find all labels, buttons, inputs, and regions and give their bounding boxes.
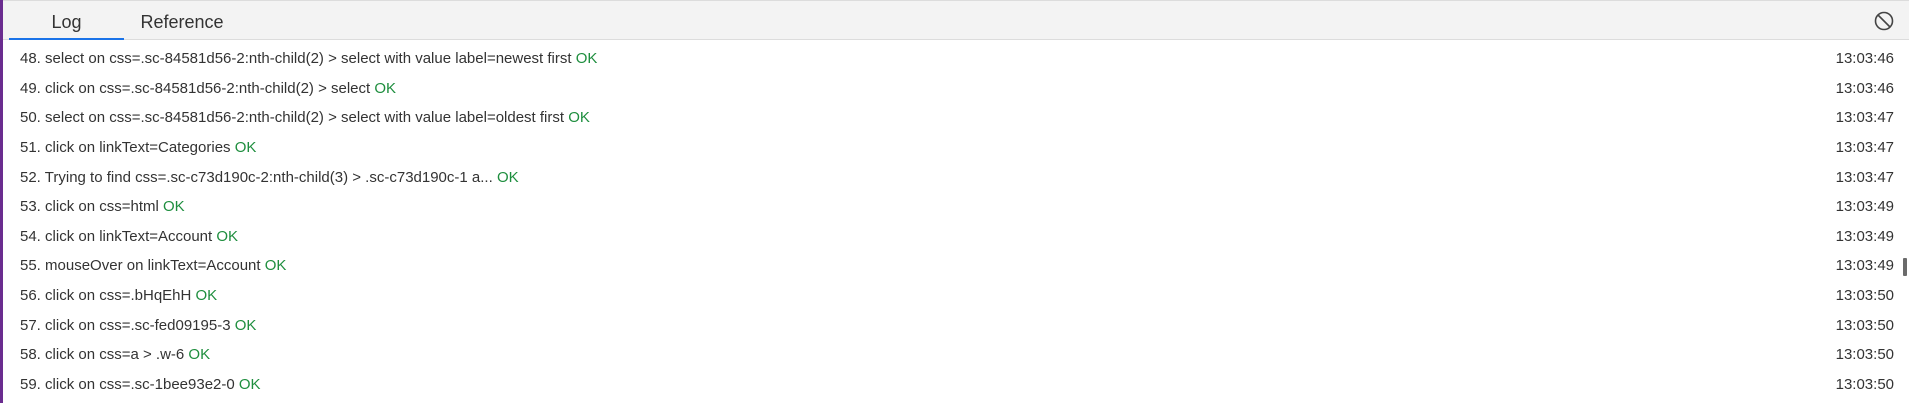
log-entry-command: click on css=.sc-84581d56-2:nth-child(2)… — [45, 79, 371, 97]
log-entry-status: OK — [195, 287, 218, 305]
log-row: 48. select on css=.sc-84581d56-2:nth-chi… — [3, 44, 1901, 74]
log-entry-text: 49. click on css=.sc-84581d56-2:nth-chil… — [20, 80, 396, 97]
no-entry-icon — [1874, 11, 1894, 31]
log-entry-status: OK — [163, 198, 185, 216]
log-entry-number: 49. — [20, 79, 41, 97]
scrollbar-thumb[interactable] — [1903, 258, 1907, 276]
log-row: 54. click on linkText=Account OK 13:03:49 — [3, 222, 1901, 252]
log-entry-text: 58. click on css=a > .w-6 OK — [20, 346, 210, 363]
log-entry-text: 53. click on css=html OK — [20, 198, 185, 215]
log-entry-text: 50. select on css=.sc-84581d56-2:nth-chi… — [20, 109, 590, 126]
log-entry-text: 52. Trying to find css=.sc-c73d190c-2:nt… — [20, 169, 519, 186]
tab-reference-label: Reference — [140, 11, 224, 32]
log-entry-status: OK — [568, 109, 590, 127]
log-entry-number: 58. — [20, 346, 41, 364]
tab-bar: Log Reference — [3, 0, 1909, 40]
log-entry-time: 13:03:46 — [1835, 79, 1894, 97]
log-entry-command: click on linkText=Account — [45, 227, 213, 245]
log-entry-time: 13:03:50 — [1835, 287, 1894, 305]
log-entry-command: click on css=.sc-fed09195-3 — [45, 316, 231, 334]
log-entry-time: 13:03:47 — [1835, 168, 1894, 186]
log-row: 59. click on css=.sc-1bee93e2-0 OK 13:03:… — [3, 370, 1901, 400]
log-entry-status: OK — [216, 227, 239, 245]
log-entry-time: 13:03:47 — [1835, 109, 1894, 127]
log-entry-number: 53. — [20, 198, 41, 216]
log-row: 51. click on linkText=Categories OK 13:03… — [3, 133, 1901, 163]
log-entry-number: 54. — [20, 227, 41, 245]
log-entry-number: 48. — [20, 50, 41, 68]
log-row: 55. mouseOver on linkText=Account OK 13:0… — [3, 251, 1901, 281]
log-entry-status: OK — [575, 50, 598, 68]
log-entry-time: 13:03:50 — [1835, 346, 1894, 364]
log-entry-text: 51. click on linkText=Categories OK — [20, 139, 256, 156]
log-entry-number: 52. — [20, 168, 41, 186]
log-entry-number: 57. — [20, 316, 41, 334]
log-row: 53. click on css=html OK 13:03:49 — [3, 192, 1901, 222]
log-entry-status: OK — [238, 375, 261, 393]
log-entry-text: 54. click on linkText=Account OK — [20, 228, 238, 245]
log-row: 50. select on css=.sc-84581d56-2:nth-chi… — [3, 103, 1901, 133]
log-entry-time: 13:03:49 — [1835, 227, 1894, 245]
log-entry-text: 59. click on css=.sc-1bee93e2-0 OK — [20, 376, 261, 393]
log-entry-status: OK — [234, 139, 257, 157]
log-entry-status: OK — [264, 257, 287, 275]
log-entry-time: 13:03:50 — [1835, 375, 1894, 393]
scrollbar[interactable] — [1898, 40, 1909, 403]
log-panel: Log Reference 48. select on css=.sc-8458… — [0, 0, 1909, 403]
log-row: 57. click on css=.sc-fed09195-3 OK 13:03:… — [3, 310, 1901, 340]
log-row: 49. click on css=.sc-84581d56-2:nth-chil… — [3, 74, 1901, 104]
log-row: 58. click on css=a > .w-6 OK 13:03:50 — [3, 340, 1901, 370]
log-entry-command: click on linkText=Categories — [45, 139, 231, 157]
log-entry-time: 13:03:47 — [1835, 139, 1894, 157]
log-entry-number: 51. — [20, 139, 41, 157]
log-entry-time: 13:03:49 — [1835, 198, 1894, 216]
log-entry-number: 59. — [20, 375, 41, 393]
log-entry-status: OK — [234, 316, 257, 334]
tab-log-label: Log — [51, 11, 82, 32]
log-entry-number: 56. — [20, 287, 41, 305]
log-row: 52. Trying to find css=.sc-c73d190c-2:nt… — [3, 162, 1901, 192]
log-entry-command: Trying to find css=.sc-c73d190c-2:nth-ch… — [44, 168, 493, 186]
tab-log[interactable]: Log — [9, 5, 124, 40]
log-entry-status: OK — [188, 346, 211, 364]
log-entry-command: select on css=.sc-84581d56-2:nth-child(2… — [45, 50, 572, 68]
log-entry-number: 55. — [20, 257, 41, 275]
log-entry-text: 57. click on css=.sc-fed09195-3 OK — [20, 317, 256, 334]
tab-reference[interactable]: Reference — [127, 5, 237, 39]
log-entry-command: click on css=a > .w-6 — [45, 346, 185, 364]
log-entry-time: 13:03:49 — [1835, 257, 1894, 275]
log-entry-command: click on css=html — [45, 198, 159, 216]
log-entry-status: OK — [374, 79, 397, 97]
log-entry-text: 48. select on css=.sc-84581d56-2:nth-chi… — [20, 50, 597, 67]
clear-log-button[interactable] — [1873, 10, 1895, 32]
log-entry-command: mouseOver on linkText=Account — [45, 257, 261, 275]
log-list[interactable]: 48. select on css=.sc-84581d56-2:nth-chi… — [3, 40, 1901, 403]
log-entry-command: click on css=.bHqEhH — [45, 287, 192, 305]
log-entry-text: 55. mouseOver on linkText=Account OK — [20, 257, 286, 274]
log-row: 56. click on css=.bHqEhH OK 13:03:50 — [3, 281, 1901, 311]
log-entry-time: 13:03:46 — [1835, 50, 1894, 68]
log-entry-number: 50. — [20, 109, 41, 127]
log-entry-text: 56. click on css=.bHqEhH OK — [20, 287, 217, 304]
log-entry-command: select on css=.sc-84581d56-2:nth-child(2… — [45, 109, 565, 127]
log-entry-time: 13:03:50 — [1835, 316, 1894, 334]
log-entry-status: OK — [496, 168, 519, 186]
log-entry-command: click on css=.sc-1bee93e2-0 — [45, 375, 235, 393]
